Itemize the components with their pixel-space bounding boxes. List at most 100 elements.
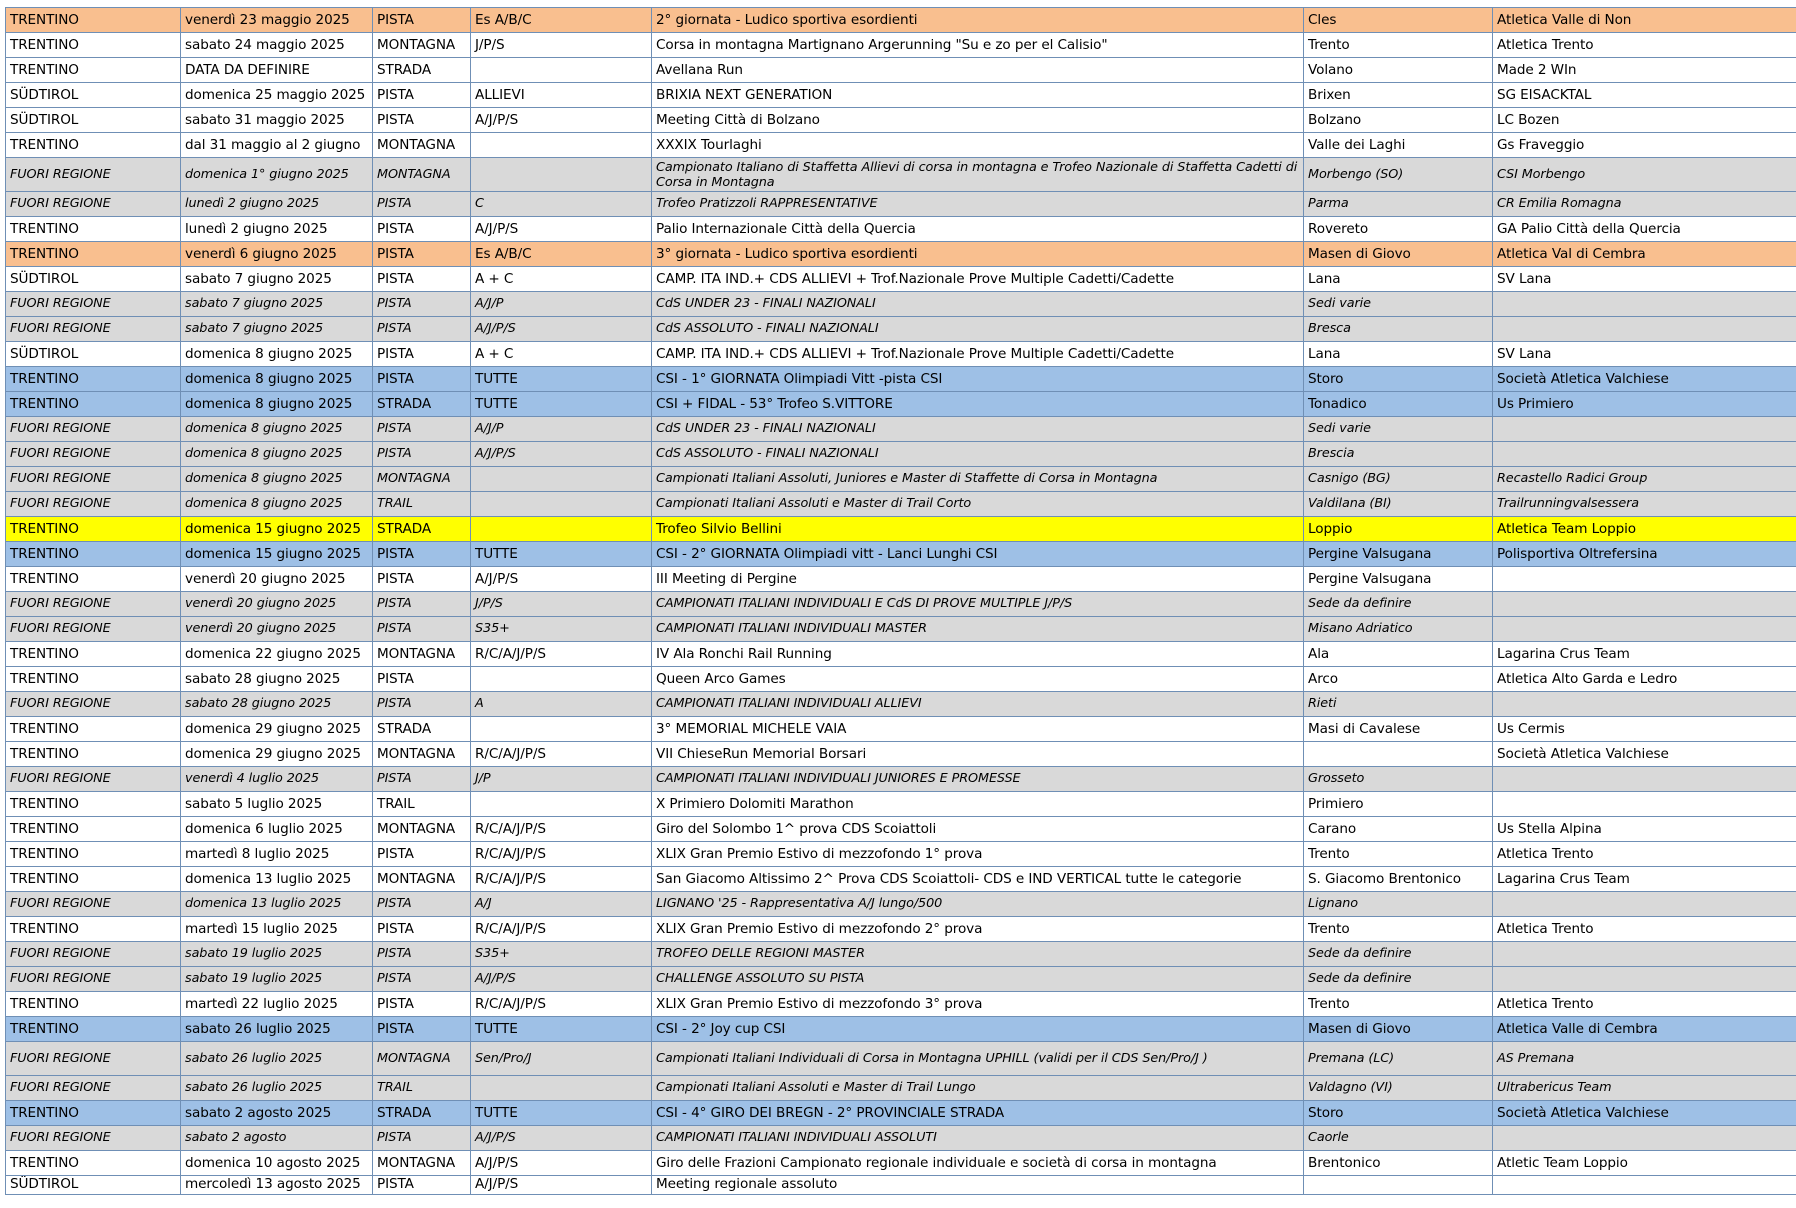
cell-event[interactable]: TROFEO DELLE REGIONI MASTER: [651, 941, 1304, 967]
cell-region[interactable]: FUORI REGIONE: [5, 191, 181, 217]
cell-categories[interactable]: A/J/P/S: [470, 1125, 652, 1151]
cell-categories[interactable]: Es A/B/C: [470, 7, 652, 33]
cell-date[interactable]: sabato 26 luglio 2025: [180, 1016, 373, 1042]
cell-categories[interactable]: J/P/S: [470, 32, 652, 58]
cell-type[interactable]: PISTA: [372, 266, 471, 292]
cell-date[interactable]: sabato 7 giugno 2025: [180, 291, 373, 317]
cell-date[interactable]: domenica 13 luglio 2025: [180, 891, 373, 917]
cell-region[interactable]: TRENTINO: [5, 816, 181, 842]
cell-date[interactable]: lunedì 2 giugno 2025: [180, 191, 373, 217]
cell-type[interactable]: PISTA: [372, 191, 471, 217]
cell-organizer[interactable]: Made 2 WIn: [1492, 57, 1796, 83]
cell-location[interactable]: Grosseto: [1303, 766, 1493, 792]
cell-organizer[interactable]: CSI Morbengo: [1492, 157, 1796, 192]
cell-location[interactable]: Bolzano: [1303, 107, 1493, 133]
cell-location[interactable]: Ala: [1303, 641, 1493, 667]
cell-type[interactable]: PISTA: [372, 1016, 471, 1042]
cell-type[interactable]: PISTA: [372, 416, 471, 442]
cell-date[interactable]: martedì 15 luglio 2025: [180, 916, 373, 942]
cell-type[interactable]: MONTAGNA: [372, 1041, 471, 1076]
cell-location[interactable]: Sedi varie: [1303, 416, 1493, 442]
cell-categories[interactable]: Sen/Pro/J: [470, 1041, 652, 1076]
cell-organizer[interactable]: [1492, 316, 1796, 342]
cell-categories[interactable]: TUTTE: [470, 1100, 652, 1126]
cell-organizer[interactable]: AS Premana: [1492, 1041, 1796, 1076]
cell-date[interactable]: domenica 8 giugno 2025: [180, 391, 373, 417]
cell-date[interactable]: domenica 8 giugno 2025: [180, 341, 373, 367]
cell-type[interactable]: PISTA: [372, 341, 471, 367]
cell-organizer[interactable]: Atletica Trento: [1492, 991, 1796, 1017]
cell-date[interactable]: sabato 19 luglio 2025: [180, 966, 373, 992]
cell-event[interactable]: CSI - 2° GIORNATA Olimpiadi vitt - Lanci…: [651, 541, 1304, 567]
cell-region[interactable]: FUORI REGIONE: [5, 466, 181, 492]
cell-event[interactable]: IV Ala Ronchi Rail Running: [651, 641, 1304, 667]
cell-type[interactable]: MONTAGNA: [372, 816, 471, 842]
cell-location[interactable]: Loppio: [1303, 516, 1493, 542]
cell-organizer[interactable]: [1492, 691, 1796, 717]
cell-location[interactable]: Masen di Giovo: [1303, 241, 1493, 267]
cell-location[interactable]: Arco: [1303, 666, 1493, 692]
cell-date[interactable]: venerdì 20 giugno 2025: [180, 591, 373, 617]
cell-date[interactable]: venerdì 6 giugno 2025: [180, 241, 373, 267]
cell-organizer[interactable]: [1492, 766, 1796, 792]
cell-event[interactable]: CAMP. ITA IND.+ CDS ALLIEVI + Trof.Nazio…: [651, 266, 1304, 292]
cell-event[interactable]: XLIX Gran Premio Estivo di mezzofondo 3°…: [651, 991, 1304, 1017]
cell-categories[interactable]: A/J/P/S: [470, 107, 652, 133]
cell-organizer[interactable]: [1492, 1175, 1796, 1195]
cell-date[interactable]: domenica 25 maggio 2025: [180, 82, 373, 108]
cell-location[interactable]: Sede da definire: [1303, 591, 1493, 617]
cell-date[interactable]: sabato 24 maggio 2025: [180, 32, 373, 58]
cell-event[interactable]: CdS ASSOLUTO - FINALI NAZIONALI: [651, 441, 1304, 467]
cell-date[interactable]: venerdì 23 maggio 2025: [180, 7, 373, 33]
cell-type[interactable]: PISTA: [372, 916, 471, 942]
cell-location[interactable]: Storo: [1303, 366, 1493, 392]
cell-organizer[interactable]: Gs Fraveggio: [1492, 132, 1796, 158]
cell-location[interactable]: Trento: [1303, 32, 1493, 58]
cell-type[interactable]: PISTA: [372, 991, 471, 1017]
cell-categories[interactable]: [470, 132, 652, 158]
cell-date[interactable]: domenica 15 giugno 2025: [180, 541, 373, 567]
cell-categories[interactable]: [470, 666, 652, 692]
cell-organizer[interactable]: [1492, 566, 1796, 592]
cell-event[interactable]: Giro delle Frazioni Campionato regionale…: [651, 1150, 1304, 1176]
cell-region[interactable]: FUORI REGIONE: [5, 441, 181, 467]
cell-organizer[interactable]: SV Lana: [1492, 266, 1796, 292]
cell-type[interactable]: TRAIL: [372, 791, 471, 817]
cell-location[interactable]: Casnigo (BG): [1303, 466, 1493, 492]
cell-date[interactable]: sabato 31 maggio 2025: [180, 107, 373, 133]
cell-organizer[interactable]: Lagarina Crus Team: [1492, 641, 1796, 667]
cell-organizer[interactable]: Società Atletica Valchiese: [1492, 366, 1796, 392]
cell-event[interactable]: CdS UNDER 23 - FINALI NAZIONALI: [651, 416, 1304, 442]
cell-type[interactable]: MONTAGNA: [372, 1150, 471, 1176]
cell-date[interactable]: venerdì 20 giugno 2025: [180, 616, 373, 642]
cell-date[interactable]: domenica 8 giugno 2025: [180, 366, 373, 392]
cell-type[interactable]: PISTA: [372, 366, 471, 392]
cell-categories[interactable]: J/P: [470, 766, 652, 792]
cell-region[interactable]: FUORI REGIONE: [5, 691, 181, 717]
cell-region[interactable]: TRENTINO: [5, 366, 181, 392]
cell-categories[interactable]: [470, 791, 652, 817]
cell-organizer[interactable]: Recastello Radici Group: [1492, 466, 1796, 492]
cell-organizer[interactable]: [1492, 441, 1796, 467]
cell-event[interactable]: 2° giornata - Ludico sportiva esordienti: [651, 7, 1304, 33]
cell-event[interactable]: Corsa in montagna Martignano Argerunning…: [651, 32, 1304, 58]
cell-event[interactable]: VII ChieseRun Memorial Borsari: [651, 741, 1304, 767]
cell-organizer[interactable]: LC Bozen: [1492, 107, 1796, 133]
cell-location[interactable]: Lana: [1303, 341, 1493, 367]
cell-region[interactable]: SÜDTIROL: [5, 341, 181, 367]
cell-type[interactable]: PISTA: [372, 107, 471, 133]
cell-organizer[interactable]: CR Emilia Romagna: [1492, 191, 1796, 217]
cell-organizer[interactable]: Atletica Val di Cembra: [1492, 241, 1796, 267]
cell-date[interactable]: martedì 22 luglio 2025: [180, 991, 373, 1017]
cell-organizer[interactable]: Us Primiero: [1492, 391, 1796, 417]
cell-region[interactable]: FUORI REGIONE: [5, 941, 181, 967]
cell-location[interactable]: Sede da definire: [1303, 941, 1493, 967]
cell-date[interactable]: sabato 2 agosto 2025: [180, 1100, 373, 1126]
cell-type[interactable]: MONTAGNA: [372, 741, 471, 767]
cell-categories[interactable]: A + C: [470, 341, 652, 367]
cell-event[interactable]: Trofeo Silvio Bellini: [651, 516, 1304, 542]
cell-location[interactable]: [1303, 1175, 1493, 1195]
cell-location[interactable]: Rovereto: [1303, 216, 1493, 242]
cell-location[interactable]: Valdilana (BI): [1303, 491, 1493, 517]
cell-region[interactable]: FUORI REGIONE: [5, 416, 181, 442]
